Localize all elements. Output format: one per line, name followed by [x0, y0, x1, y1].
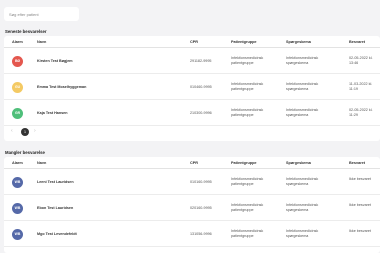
patient-cpr: 210300-9996 — [190, 110, 212, 115]
answered-time: 02-05-2022 kl. 11:29 — [349, 108, 373, 117]
next-page-button[interactable]: › — [34, 129, 36, 134]
section-title-missing: Mangler besvarelse — [5, 150, 45, 155]
questionnaire: Infektionsmedicinsk spørgeskema — [286, 203, 319, 212]
questionnaire: Infektionsmedicinsk spørgeskema — [286, 82, 319, 91]
search-input[interactable]: Søg efter patient — [4, 7, 79, 21]
column-header-patient-group: Patientgruppe — [231, 40, 257, 44]
patient-name[interactable]: Emma Test Moselhyggeman — [37, 85, 86, 90]
column-header-questionnaire: Spørgeskema — [286, 40, 311, 44]
patient-cpr: 010160-9995 — [190, 179, 212, 184]
patient-name[interactable]: Kirsten Test Bøgjem — [37, 59, 73, 64]
alarm-avatar: WB — [12, 228, 23, 240]
patient-name[interactable]: Ebon Test Lauridsen — [37, 206, 73, 211]
alarm-avatar: BØ — [12, 55, 23, 67]
column-header-answered: Besvaret — [349, 40, 366, 44]
column-header-cpr: CPR — [190, 40, 199, 44]
table-row[interactable]: BØ Kirsten Test Bøgjem 291182-9995 Infektio… — [4, 48, 380, 74]
patient-group: Infektionsmedicinsk patientgruppe — [231, 82, 264, 91]
patient-name[interactable]: Leeni Test Lauridsen — [37, 180, 74, 185]
previous-page-button[interactable]: ‹ — [11, 129, 13, 134]
column-header-questionnaire: Spørgeskema — [286, 161, 311, 165]
table-row[interactable]: WB Leeni Test Lauridsen 010160-9995 Infekti… — [4, 169, 380, 195]
table-row[interactable]: GU Emma Test Moselhyggeman 010460-9995 Infe… — [4, 74, 380, 100]
answered-time: 11-03-2022 kl. 11:19 — [349, 82, 373, 91]
patient-cpr: 131056-9996 — [190, 231, 212, 236]
questionnaire: Infektionsmedicinsk spørgeskema — [286, 108, 319, 117]
pagination: ‹ 1 › — [4, 127, 380, 137]
column-header-answered: Besvaret — [349, 161, 366, 165]
answered-time: Ikke besvaret — [349, 203, 371, 207]
patient-name[interactable]: Mgo Test Levendefeldt — [37, 232, 77, 237]
questionnaire: Infektionsmedicinsk spørgeskema — [286, 229, 319, 238]
alarm-avatar: WB — [12, 176, 23, 188]
column-header-patient-group: Patientgruppe — [231, 161, 257, 165]
alarm-avatar: GU — [12, 81, 23, 93]
patient-cpr: 291182-9995 — [190, 58, 212, 63]
patient-group: Infektionsmedicinsk patientgruppe — [231, 177, 264, 186]
table-row[interactable]: GR Kaja Test Hansen 210300-9996 Infektionsm… — [4, 100, 380, 126]
patient-group: Infektionsmedicinsk patientgruppe — [231, 108, 264, 117]
patient-name[interactable]: Kaja Test Hansen — [37, 111, 67, 116]
table-header: Alarm Navn CPR Patientgruppe Spørgeskema… — [4, 36, 380, 48]
patient-cpr: 010460-9995 — [190, 84, 212, 89]
answered-time: Ikke besvaret — [349, 177, 371, 181]
section-title-latest: Seneste besvarelser — [5, 29, 47, 34]
column-header-name: Navn — [37, 161, 47, 165]
questionnaire: Infektionsmedicinsk spørgeskema — [286, 177, 319, 186]
alarm-avatar: WB — [12, 202, 23, 214]
table-header: Alarm Navn CPR Patientgruppe Spørgeskema… — [4, 157, 380, 169]
patient-cpr: 020160-9995 — [190, 205, 212, 210]
questionnaire: Infektionsmedicinsk spørgeskema — [286, 56, 319, 65]
latest-answers-table: Alarm Navn CPR Patientgruppe Spørgeskema… — [4, 36, 380, 141]
patient-group: Infektionsmedicinsk patientgruppe — [231, 229, 264, 238]
answered-time: 02-05-2022 kl. 13:46 — [349, 56, 373, 65]
alarm-avatar: GR — [12, 107, 23, 119]
patient-group: Infektionsmedicinsk patientgruppe — [231, 203, 264, 212]
answered-time: Ikke besvaret — [349, 229, 371, 233]
page-1-button[interactable]: 1 — [21, 128, 29, 136]
table-row[interactable]: WB Ebon Test Lauridsen 020160-9995 Infektio… — [4, 195, 380, 221]
column-header-name: Navn — [37, 40, 47, 44]
column-header-alarm: Alarm — [12, 161, 23, 165]
column-header-alarm: Alarm — [12, 40, 23, 44]
patient-group: Infektionsmedicinsk patientgruppe — [231, 56, 264, 65]
column-header-cpr: CPR — [190, 161, 199, 165]
table-row[interactable]: WB Mgo Test Levendefeldt 131056-9996 Infekt… — [4, 221, 380, 247]
missing-answers-table: Alarm Navn CPR Patientgruppe Spørgeskema… — [4, 157, 380, 253]
